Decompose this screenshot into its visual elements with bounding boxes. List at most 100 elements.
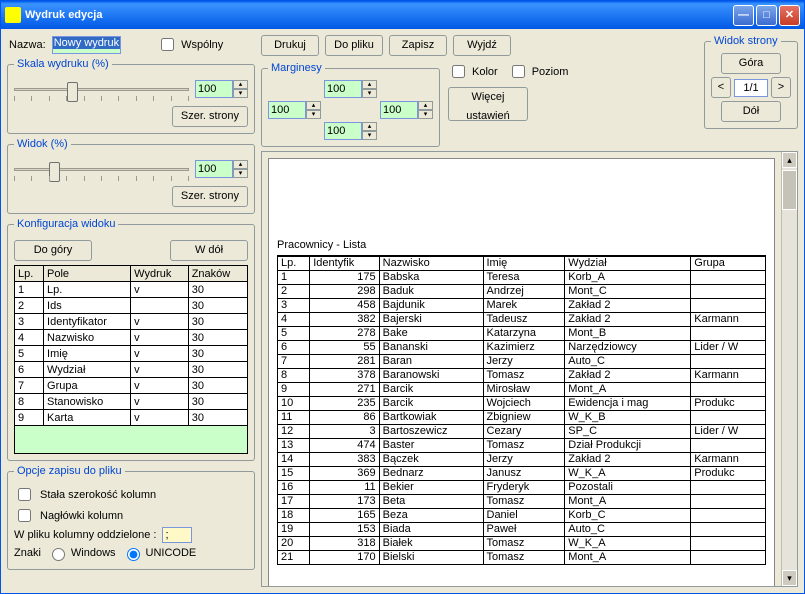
drukuj-button[interactable]: Drukuj (261, 35, 319, 56)
skala-legend: Skala wydruku (%) (14, 58, 112, 70)
titlebar[interactable]: Wydruk edycja — □ ✕ (1, 1, 804, 29)
margin-right[interactable] (380, 101, 418, 119)
table-row[interactable]: 14383BączekJerzyZakład 2Karmann (278, 452, 766, 466)
close-button[interactable]: ✕ (779, 5, 800, 26)
skala-down[interactable]: ▾ (233, 89, 248, 98)
opcje-legend: Opcje zapisu do pliku (14, 465, 125, 477)
w-dol-button[interactable]: W dół (170, 240, 248, 261)
wspolny-checkbox[interactable] (161, 38, 174, 51)
windows-radio[interactable] (52, 548, 65, 561)
table-row[interactable]: 19153BiadaPawełAuto_C (278, 522, 766, 536)
table-row[interactable]: 9271BarcikMirosławMont_A (278, 382, 766, 396)
scroll-down-icon[interactable]: ▾ (782, 570, 797, 586)
table-row[interactable]: 1175BabskaTeresaKorb_A (278, 270, 766, 284)
wyjdz-button[interactable]: Wyjdź (453, 35, 511, 56)
table-row[interactable]: 5Imięv30 (15, 346, 248, 362)
table-row[interactable]: 7281BaranJerzyAuto_C (278, 354, 766, 368)
margin-bottom[interactable] (324, 122, 362, 140)
table-row[interactable]: 20318BiałekTomaszW_K_A (278, 536, 766, 550)
table-row[interactable]: 8378BaranowskiTomaszZakład 2Karmann (278, 368, 766, 382)
widok-slider[interactable] (14, 156, 189, 182)
stala-checkbox[interactable] (18, 488, 31, 501)
skala-fieldset: Skala wydruku (%) ▴ ▾ Sz (7, 58, 255, 134)
data-header: Grupa (691, 256, 766, 270)
data-header: Lp. (278, 256, 310, 270)
widok-value[interactable] (195, 160, 233, 178)
table-row[interactable]: 18165BezaDanielKorb_C (278, 508, 766, 522)
table-row[interactable]: 4382BajerskiTadeuszZakład 2Karmann (278, 312, 766, 326)
separator-input[interactable] (162, 527, 192, 543)
konfig-legend: Konfiguracja widoku (14, 218, 118, 230)
next-page-button[interactable]: > (771, 77, 791, 98)
table-row[interactable]: 10235BarcikWojciechEwidencja i magProduk… (278, 396, 766, 410)
vertical-scrollbar[interactable]: ▴ ▾ (781, 152, 797, 586)
marginesy-fieldset: Marginesy ▴▾ ▴▾ ▴▾ ▴▾ (261, 62, 440, 147)
wspolny-label: Wspólny (181, 39, 223, 51)
widok-up[interactable]: ▴ (233, 160, 248, 169)
left-panel: Nazwa: Nowy wydruk Wspólny Skala wydruku… (7, 35, 255, 587)
cfg-header[interactable]: Pole (44, 266, 131, 282)
prev-page-button[interactable]: < (711, 77, 731, 98)
table-row[interactable]: 3Identyfikatorv30 (15, 314, 248, 330)
do-gory-button[interactable]: Do góry (14, 240, 92, 261)
poziom-checkbox[interactable] (512, 65, 525, 78)
table-row[interactable]: 1611BekierFryderykPozostali (278, 480, 766, 494)
konfig-fieldset: Konfiguracja widoku Do góry W dół Lp.Pol… (7, 218, 255, 461)
naglowki-checkbox[interactable] (18, 509, 31, 522)
table-row[interactable]: 5278BakeKatarzynaMont_B (278, 326, 766, 340)
maximize-button[interactable]: □ (756, 5, 777, 26)
cfg-header[interactable]: Znaków (188, 266, 247, 282)
margin-left[interactable] (268, 101, 306, 119)
window-title: Wydruk edycja (25, 9, 733, 21)
wiecej-button[interactable]: Więcej ustawień (448, 87, 528, 121)
skala-slider[interactable] (14, 76, 189, 102)
opcje-fieldset: Opcje zapisu do pliku Stała szerokość ko… (7, 465, 255, 570)
table-row[interactable]: 6Wydziałv30 (15, 362, 248, 378)
data-header: Wydział (565, 256, 691, 270)
dopliku-button[interactable]: Do pliku (325, 35, 383, 56)
data-table[interactable]: Lp.IdentyfikNazwiskoImięWydziałGrupa 117… (277, 255, 766, 565)
cfg-header[interactable]: Lp. (15, 266, 44, 282)
table-row[interactable]: 1Lp.v30 (15, 282, 248, 298)
table-row[interactable]: 4Nazwiskov30 (15, 330, 248, 346)
oddzielone-label: W pliku kolumny oddzielone : (14, 529, 156, 541)
table-row[interactable]: 3458BajdunikMarekZakład 2 (278, 298, 766, 312)
konfig-table[interactable]: Lp.PoleWydrukZnaków 1Lp.v302Ids303Identy… (14, 265, 248, 426)
kolor-checkbox[interactable] (452, 65, 465, 78)
table-row[interactable]: 2298BadukAndrzejMont_C (278, 284, 766, 298)
table-row[interactable]: 9Kartav30 (15, 410, 248, 426)
table-row[interactable]: 8Stanowiskov30 (15, 394, 248, 410)
widok-pct-fieldset: Widok (%) ▴ ▾ Szer. stro (7, 138, 255, 214)
page-indicator: 1/1 (734, 79, 768, 97)
preview-page: Pracownicy - Lista Lp.IdentyfikNazwiskoI… (268, 158, 775, 586)
unicode-radio[interactable] (127, 548, 140, 561)
dol-button[interactable]: Dół (721, 101, 781, 122)
table-row[interactable]: 123BartoszewiczCezarySP_CLider / W (278, 424, 766, 438)
cfg-header[interactable]: Wydruk (131, 266, 189, 282)
table-row[interactable]: 655BananskiKazimierzNarzędziowcyLider / … (278, 340, 766, 354)
widok-szer-button[interactable]: Szer. strony (172, 186, 248, 207)
table-row[interactable]: 13474BasterTomaszDział Produkcji (278, 438, 766, 452)
minimize-button[interactable]: — (733, 5, 754, 26)
zapisz-button[interactable]: Zapisz (389, 35, 447, 56)
table-row[interactable]: 15369BednarzJanuszW_K_AProdukc (278, 466, 766, 480)
skala-value[interactable] (195, 80, 233, 98)
gora-button[interactable]: Góra (721, 53, 781, 74)
preview-title: Pracownicy - Lista (277, 239, 766, 251)
widok-strony-legend: Widok strony (711, 35, 781, 47)
table-row[interactable]: 21170BielskiTomaszMont_A (278, 550, 766, 564)
table-row[interactable]: 2Ids30 (15, 298, 248, 314)
table-row[interactable]: 17173BetaTomaszMont_A (278, 494, 766, 508)
nazwa-input[interactable]: Nowy wydruk (52, 36, 121, 54)
margin-top[interactable] (324, 80, 362, 98)
preview-area: Pracownicy - Lista Lp.IdentyfikNazwiskoI… (261, 151, 798, 587)
data-header: Nazwisko (379, 256, 483, 270)
skala-szer-button[interactable]: Szer. strony (172, 106, 248, 127)
widok-down[interactable]: ▾ (233, 169, 248, 178)
scroll-up-icon[interactable]: ▴ (782, 152, 797, 168)
vscroll-thumb[interactable] (782, 170, 797, 210)
table-row[interactable]: 7Grupav30 (15, 378, 248, 394)
app-window: Wydruk edycja — □ ✕ Nazwa: Nowy wydruk W… (0, 0, 805, 594)
table-row[interactable]: 1186BartkowiakZbigniewW_K_B (278, 410, 766, 424)
skala-up[interactable]: ▴ (233, 80, 248, 89)
